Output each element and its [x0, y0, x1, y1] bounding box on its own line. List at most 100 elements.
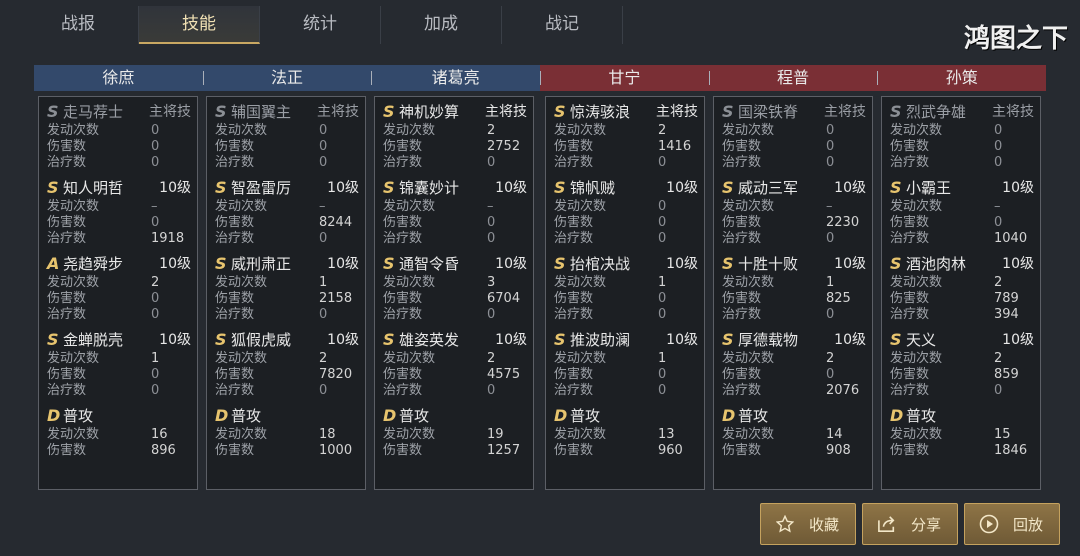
- stat-label: 治疗数: [554, 155, 594, 170]
- skill-header[interactable]: S 锦囊妙计 10级: [383, 175, 527, 199]
- stat-label: 发动次数: [554, 351, 607, 366]
- skill-block: S 烈武争雄 主将技 发动次数 0 伤害数 0 治疗数 0: [890, 99, 1034, 171]
- general-skill-panel: S 神机妙算 主将技 发动次数 2 伤害数 2752 治疗数 0 S 锦囊妙计 10级 发动次数 – 伤害数…: [374, 96, 534, 490]
- skill-header[interactable]: S 国梁铁脊 主将技: [722, 99, 866, 123]
- stat-row-count: 发动次数 1: [554, 275, 698, 291]
- skill-header[interactable]: S 金蝉脱壳 10级: [47, 327, 191, 351]
- stat-label: 发动次数: [215, 123, 268, 138]
- tab-bonus[interactable]: 加成: [381, 6, 502, 44]
- skill-header[interactable]: S 知人明哲 10级: [47, 175, 191, 199]
- skill-grade: S: [554, 101, 566, 121]
- stat-row-damage: 伤害数 0: [554, 367, 698, 383]
- favorite-button[interactable]: 收藏: [760, 503, 856, 545]
- stat-value: 2: [487, 351, 496, 366]
- replay-label: 回放: [1012, 515, 1043, 534]
- skill-header[interactable]: S 抬棺决战 10级: [554, 251, 698, 275]
- skill-grade: S: [215, 177, 227, 197]
- skill-header[interactable]: S 十胜十败 10级: [722, 251, 866, 275]
- skill-level: 10级: [327, 180, 359, 196]
- stat-row-count: 发动次数 3: [383, 275, 527, 291]
- replay-button[interactable]: 回放: [964, 503, 1060, 545]
- skill-grade: D: [47, 405, 61, 425]
- stat-row-count: 发动次数 13: [554, 427, 698, 443]
- skill-header[interactable]: D 普攻: [554, 403, 698, 427]
- skill-header[interactable]: D 普攻: [383, 403, 527, 427]
- stat-label: 伤害数: [47, 139, 87, 154]
- general-name-header: 甘宁: [540, 65, 709, 91]
- skill-header[interactable]: S 走马荐士 主将技: [47, 99, 191, 123]
- skill-header[interactable]: S 智盈雷厉 10级: [215, 175, 359, 199]
- stat-value: 0: [994, 139, 1003, 154]
- skill-name: 锦囊妙计: [399, 178, 460, 197]
- tab-statistics[interactable]: 统计: [260, 6, 381, 44]
- stat-row-damage: 伤害数 908: [722, 443, 866, 459]
- stat-value: 19: [487, 427, 504, 442]
- skill-header[interactable]: S 酒池肉林 10级: [890, 251, 1034, 275]
- skill-header[interactable]: S 神机妙算 主将技: [383, 99, 527, 123]
- skill-header[interactable]: A 尧趋舜步 10级: [47, 251, 191, 275]
- stat-row-damage: 伤害数 960: [554, 443, 698, 459]
- skill-header[interactable]: S 雄姿英发 10级: [383, 327, 527, 351]
- stat-label: 发动次数: [890, 427, 943, 442]
- stat-label: 治疗数: [554, 307, 594, 322]
- tab-skills[interactable]: 技能: [139, 6, 260, 44]
- tab-battle-record[interactable]: 战记: [502, 6, 623, 44]
- stat-row-count: 发动次数 2: [47, 275, 191, 291]
- skill-grade: S: [554, 177, 566, 197]
- share-button[interactable]: 分享: [862, 503, 958, 545]
- skill-header[interactable]: S 锦帆贼 10级: [554, 175, 698, 199]
- stat-value: 1846: [994, 443, 1028, 458]
- skill-header[interactable]: S 惊涛骇浪 主将技: [554, 99, 698, 123]
- skill-block: S 辅国翼主 主将技 发动次数 0 伤害数 0 治疗数 0: [215, 99, 359, 171]
- stat-row-damage: 伤害数 0: [383, 215, 527, 231]
- skill-header[interactable]: S 小霸王 10级: [890, 175, 1034, 199]
- skill-block: D 普攻 发动次数 19 伤害数 1257: [383, 403, 527, 459]
- stat-label: 治疗数: [215, 231, 255, 246]
- stat-label: 伤害数: [722, 139, 762, 154]
- skill-name: 锦帆贼: [570, 178, 616, 197]
- skill-block: S 锦帆贼 10级 发动次数 0 伤害数 0 治疗数 0: [554, 175, 698, 247]
- stat-label: 伤害数: [722, 443, 762, 458]
- skill-grade: D: [554, 405, 568, 425]
- stat-label: 伤害数: [890, 139, 930, 154]
- stat-value: 0: [826, 139, 835, 154]
- skill-header[interactable]: S 厚德载物 10级: [722, 327, 866, 351]
- skill-header[interactable]: D 普攻: [890, 403, 1034, 427]
- stat-value: 0: [826, 123, 835, 138]
- stat-value: –: [826, 199, 833, 214]
- tab-battle-report[interactable]: 战报: [18, 6, 139, 44]
- skill-header[interactable]: S 狐假虎威 10级: [215, 327, 359, 351]
- skill-header[interactable]: S 通智令昏 10级: [383, 251, 527, 275]
- stat-row-damage: 伤害数 789: [890, 291, 1034, 307]
- stat-label: 发动次数: [215, 275, 268, 290]
- skill-header[interactable]: S 威动三军 10级: [722, 175, 866, 199]
- stat-label: 治疗数: [890, 231, 930, 246]
- skill-header[interactable]: D 普攻: [722, 403, 866, 427]
- skill-header[interactable]: D 普攻: [215, 403, 359, 427]
- skill-header[interactable]: S 烈武争雄 主将技: [890, 99, 1034, 123]
- stat-value: 3: [487, 275, 496, 290]
- skill-header[interactable]: D 普攻: [47, 403, 191, 427]
- skill-header[interactable]: S 天义 10级: [890, 327, 1034, 351]
- skill-level: 10级: [1002, 180, 1034, 196]
- stat-value: 0: [319, 307, 328, 322]
- stat-value: 1: [826, 275, 835, 290]
- stat-label: 治疗数: [47, 307, 87, 322]
- stat-row-damage: 伤害数 2158: [215, 291, 359, 307]
- stat-row-damage: 伤害数 825: [722, 291, 866, 307]
- stat-row-count: 发动次数 2: [890, 351, 1034, 367]
- skill-name: 抬棺决战: [570, 254, 631, 273]
- skill-header[interactable]: S 推波助澜 10级: [554, 327, 698, 351]
- stat-value: –: [487, 199, 494, 214]
- stat-row-damage: 伤害数 0: [215, 139, 359, 155]
- skill-header[interactable]: S 辅国翼主 主将技: [215, 99, 359, 123]
- stat-label: 发动次数: [554, 427, 607, 442]
- stat-value: 0: [319, 231, 328, 246]
- stat-value: 8244: [319, 215, 353, 230]
- skill-header[interactable]: S 威刑肃正 10级: [215, 251, 359, 275]
- skill-block: S 国梁铁脊 主将技 发动次数 0 伤害数 0 治疗数 0: [722, 99, 866, 171]
- stat-label: 治疗数: [215, 307, 255, 322]
- skill-name: 天义: [906, 330, 937, 349]
- stat-row-heal: 治疗数 1040: [890, 231, 1034, 247]
- skill-name: 普攻: [906, 406, 937, 425]
